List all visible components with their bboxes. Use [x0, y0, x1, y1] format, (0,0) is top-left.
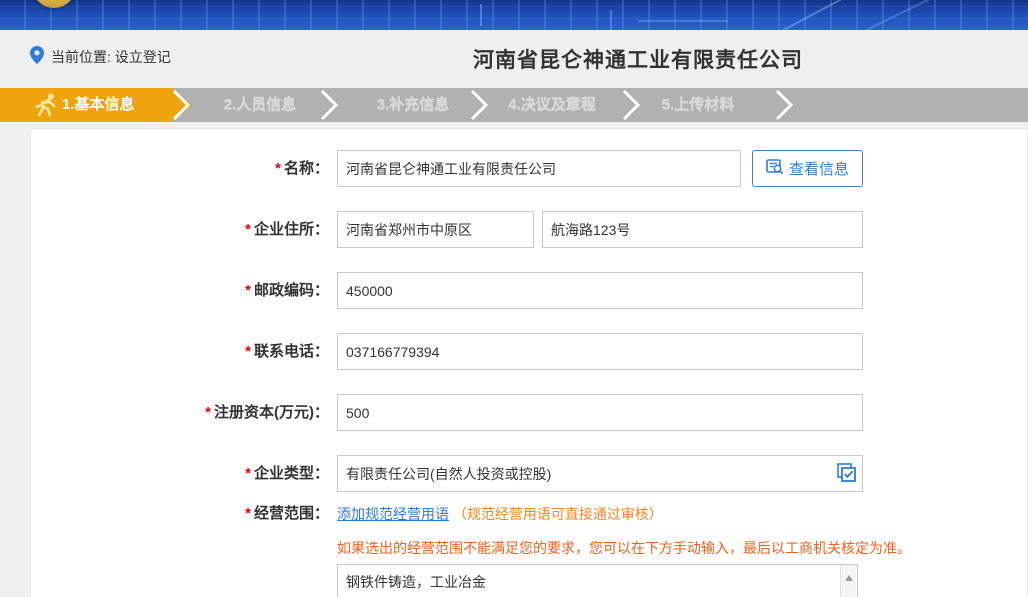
company-type-input[interactable] [337, 455, 863, 492]
basic-info-form: *名称： 查看信息 *企业住所： *邮政编码： *联系电话： [30, 128, 1028, 597]
capital-label: *注册资本(万元)： [31, 403, 337, 423]
wizard-step-label-5[interactable]: 5.上传材料 [638, 88, 758, 122]
phone-input[interactable] [337, 333, 863, 370]
location-pin-icon [30, 46, 44, 67]
phone-label: *联系电话： [31, 342, 337, 362]
address-label: *企业住所： [31, 220, 337, 240]
gold-emblem-icon [32, 0, 76, 8]
add-standard-terms-link[interactable]: 添加规范经营用语 [337, 506, 449, 522]
chevron-right-icon [170, 88, 192, 127]
postcode-label: *邮政编码： [31, 281, 337, 301]
banner-decor-line [638, 20, 728, 22]
required-marker: * [275, 160, 281, 177]
page-title: 河南省昆仑神通工业有限责任公司 [473, 44, 803, 74]
phone-row: *联系电话： [31, 333, 1027, 370]
view-info-icon [766, 159, 784, 179]
wizard-step-label-3[interactable]: 3.补充信息 [353, 88, 473, 122]
required-marker: * [245, 505, 251, 522]
standard-terms-note: （规范经营用语可直接通过审核） [453, 506, 663, 522]
name-label: *名称： [31, 159, 337, 179]
company-type-row: *企业类型： [31, 455, 1027, 492]
capital-row: *注册资本(万元)： [31, 394, 1027, 431]
company-type-field[interactable] [337, 455, 863, 492]
breadcrumb: 当前位置: 设立登记 [30, 46, 171, 67]
runner-icon [34, 92, 60, 123]
business-scope-warning: 如果选出的经营范围不能满足您的要求，您可以在下方手动输入，最后以工商机关核定为准… [337, 538, 911, 558]
company-name-input[interactable] [337, 150, 741, 187]
required-marker: * [245, 465, 251, 482]
step-wizard: 1.基本信息 2.人员信息 3.补充信息 4.决议及章程 5.上传材料 [0, 88, 1028, 122]
banner-decor-line [610, 10, 612, 30]
required-marker: * [245, 221, 251, 238]
required-marker: * [245, 343, 251, 360]
chevron-right-icon [468, 88, 490, 127]
required-marker: * [245, 282, 251, 299]
scroll-up-arrow-icon[interactable] [845, 571, 853, 581]
registered-capital-input[interactable] [337, 394, 863, 431]
required-marker: * [205, 404, 211, 421]
checkbox-select-icon[interactable] [836, 463, 856, 488]
postcode-row: *邮政编码： [31, 272, 1027, 309]
address-row: *企业住所： [31, 211, 1027, 248]
subheader-bar: 当前位置: 设立登记 河南省昆仑神通工业有限责任公司 [0, 30, 1028, 88]
postcode-input[interactable] [337, 272, 863, 309]
wizard-step-label-4[interactable]: 4.决议及章程 [492, 88, 612, 122]
view-info-button[interactable]: 查看信息 [752, 150, 863, 187]
top-banner [0, 0, 1028, 30]
chevron-right-icon [773, 88, 795, 127]
address-street-input[interactable] [542, 211, 863, 248]
business-scope-row: *经营范围： 添加规范经营用语 （规范经营用语可直接通过审核） 如果选出的经营范… [31, 504, 1027, 597]
business-scope-label: *经营范围： [31, 504, 337, 524]
company-type-label: *企业类型： [31, 464, 337, 484]
banner-decor-line [480, 4, 482, 26]
address-region-input[interactable] [337, 211, 534, 248]
chevron-right-icon [620, 88, 642, 127]
business-scope-textarea[interactable]: 钢铁件铸造，工业冶金 [338, 565, 839, 597]
breadcrumb-text: 当前位置: 设立登记 [51, 47, 171, 67]
textarea-scrollbar[interactable] [840, 565, 857, 597]
view-info-button-label: 查看信息 [789, 158, 849, 179]
name-row: *名称： 查看信息 [31, 150, 1027, 187]
wizard-step-label-1[interactable]: 1.基本信息 [62, 88, 135, 122]
wizard-step-label-2[interactable]: 2.人员信息 [200, 88, 320, 122]
business-scope-textarea-wrap: 钢铁件铸造，工业冶金 [337, 564, 858, 597]
chevron-right-icon [318, 88, 340, 127]
